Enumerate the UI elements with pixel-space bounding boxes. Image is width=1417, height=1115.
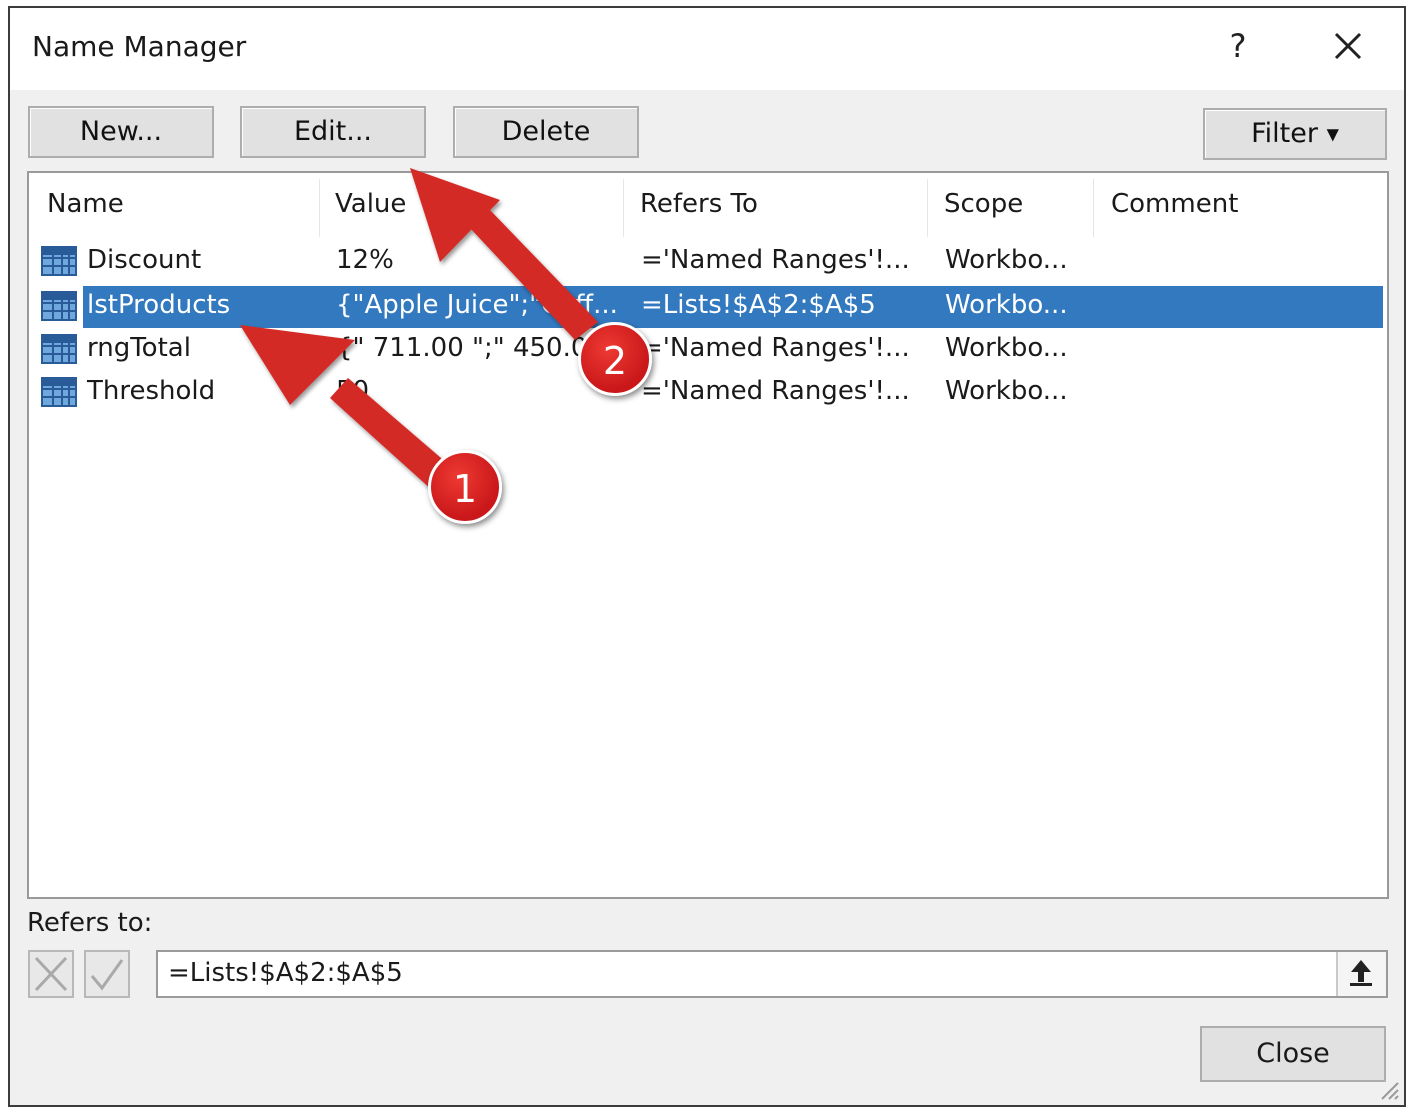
annotation-badge-1: 1 xyxy=(428,450,502,524)
annotation-arrows xyxy=(240,168,598,490)
annotation-badge-2: 2 xyxy=(578,322,652,396)
arrow-2-shaft xyxy=(470,210,598,340)
